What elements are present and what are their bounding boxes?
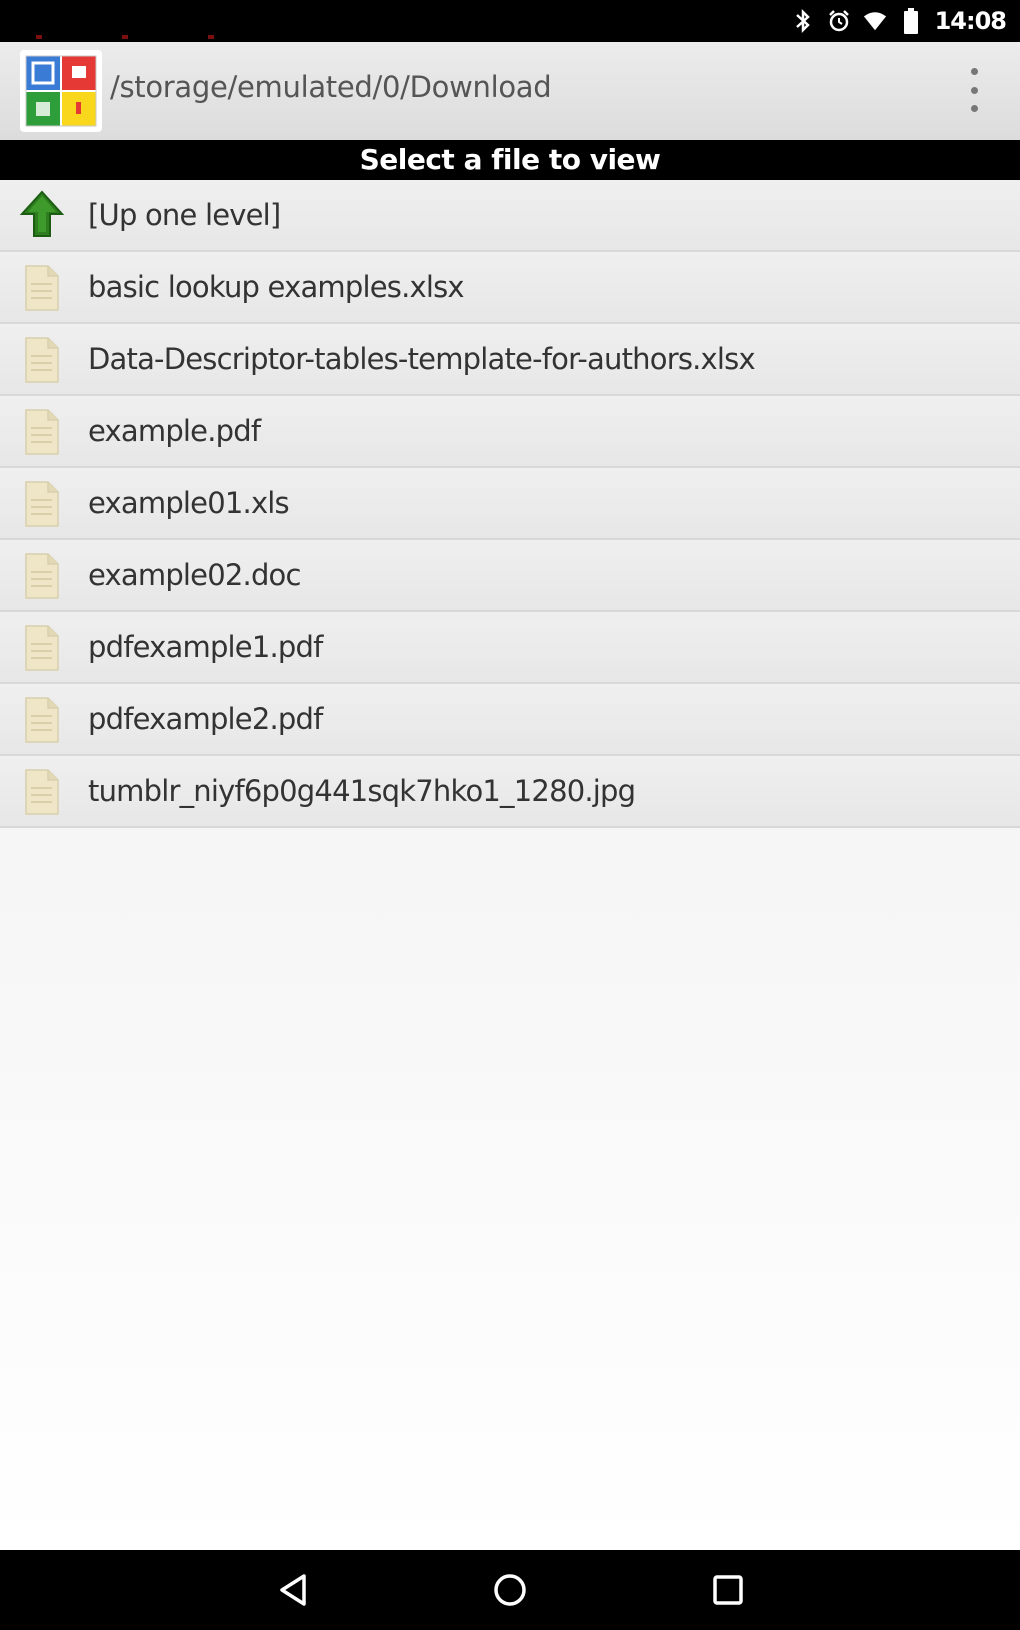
list-item-label: [Up one level] bbox=[88, 198, 281, 232]
list-item-label: basic lookup examples.xlsx bbox=[88, 270, 465, 304]
list-item-label: pdfexample1.pdf bbox=[88, 630, 323, 664]
list-item-label: example.pdf bbox=[88, 414, 261, 448]
list-item-label: Data-Descriptor-tables-template-for-auth… bbox=[88, 342, 756, 376]
current-path: /storage/emulated/0/Download bbox=[110, 70, 552, 104]
app-bar: /storage/emulated/0/Download bbox=[0, 42, 1020, 140]
back-icon[interactable] bbox=[272, 1568, 316, 1612]
file-icon bbox=[18, 620, 66, 674]
list-item-label: pdfexample2.pdf bbox=[88, 702, 323, 736]
list-item[interactable]: pdfexample2.pdf bbox=[0, 684, 1020, 756]
navigation-bar bbox=[0, 1550, 1020, 1630]
list-item[interactable]: example.pdf bbox=[0, 396, 1020, 468]
status-icons: 14:08 bbox=[791, 6, 1007, 36]
list-item[interactable]: basic lookup examples.xlsx bbox=[0, 252, 1020, 324]
file-icon bbox=[18, 260, 66, 314]
file-list: [Up one level] basic lookup examples.xls… bbox=[0, 180, 1020, 828]
file-icon bbox=[18, 764, 66, 818]
more-vertical-icon[interactable] bbox=[964, 68, 984, 112]
home-icon[interactable] bbox=[488, 1568, 532, 1612]
list-item-label: tumblr_niyf6p0g441sqk7hko1_1280.jpg bbox=[88, 774, 636, 808]
recents-icon[interactable] bbox=[706, 1568, 750, 1612]
list-item[interactable]: tumblr_niyf6p0g441sqk7hko1_1280.jpg bbox=[0, 756, 1020, 828]
file-icon bbox=[18, 692, 66, 746]
file-icon bbox=[18, 332, 66, 386]
file-icon bbox=[18, 404, 66, 458]
wifi-icon bbox=[863, 9, 887, 33]
list-item-label: example02.doc bbox=[88, 558, 301, 592]
list-item[interactable]: example02.doc bbox=[0, 540, 1020, 612]
file-icon bbox=[18, 548, 66, 602]
file-icon bbox=[18, 476, 66, 530]
list-item[interactable]: example01.xls bbox=[0, 468, 1020, 540]
header-title: Select a file to view bbox=[0, 140, 1020, 180]
list-item-up-one-level[interactable]: [Up one level] bbox=[0, 180, 1020, 252]
list-item-label: example01.xls bbox=[88, 486, 290, 520]
alarm-icon bbox=[827, 9, 851, 33]
app-logo-icon[interactable] bbox=[20, 50, 102, 132]
file-browser: [Up one level] basic lookup examples.xls… bbox=[0, 180, 1020, 1550]
status-time: 14:08 bbox=[934, 7, 1007, 35]
battery-icon bbox=[899, 8, 923, 34]
up-arrow-icon bbox=[18, 188, 66, 242]
list-item[interactable]: pdfexample1.pdf bbox=[0, 612, 1020, 684]
status-bar: 14:08 bbox=[0, 0, 1020, 42]
bluetooth-icon bbox=[791, 9, 815, 33]
list-item[interactable]: Data-Descriptor-tables-template-for-auth… bbox=[0, 324, 1020, 396]
notification-indicators bbox=[36, 24, 294, 43]
